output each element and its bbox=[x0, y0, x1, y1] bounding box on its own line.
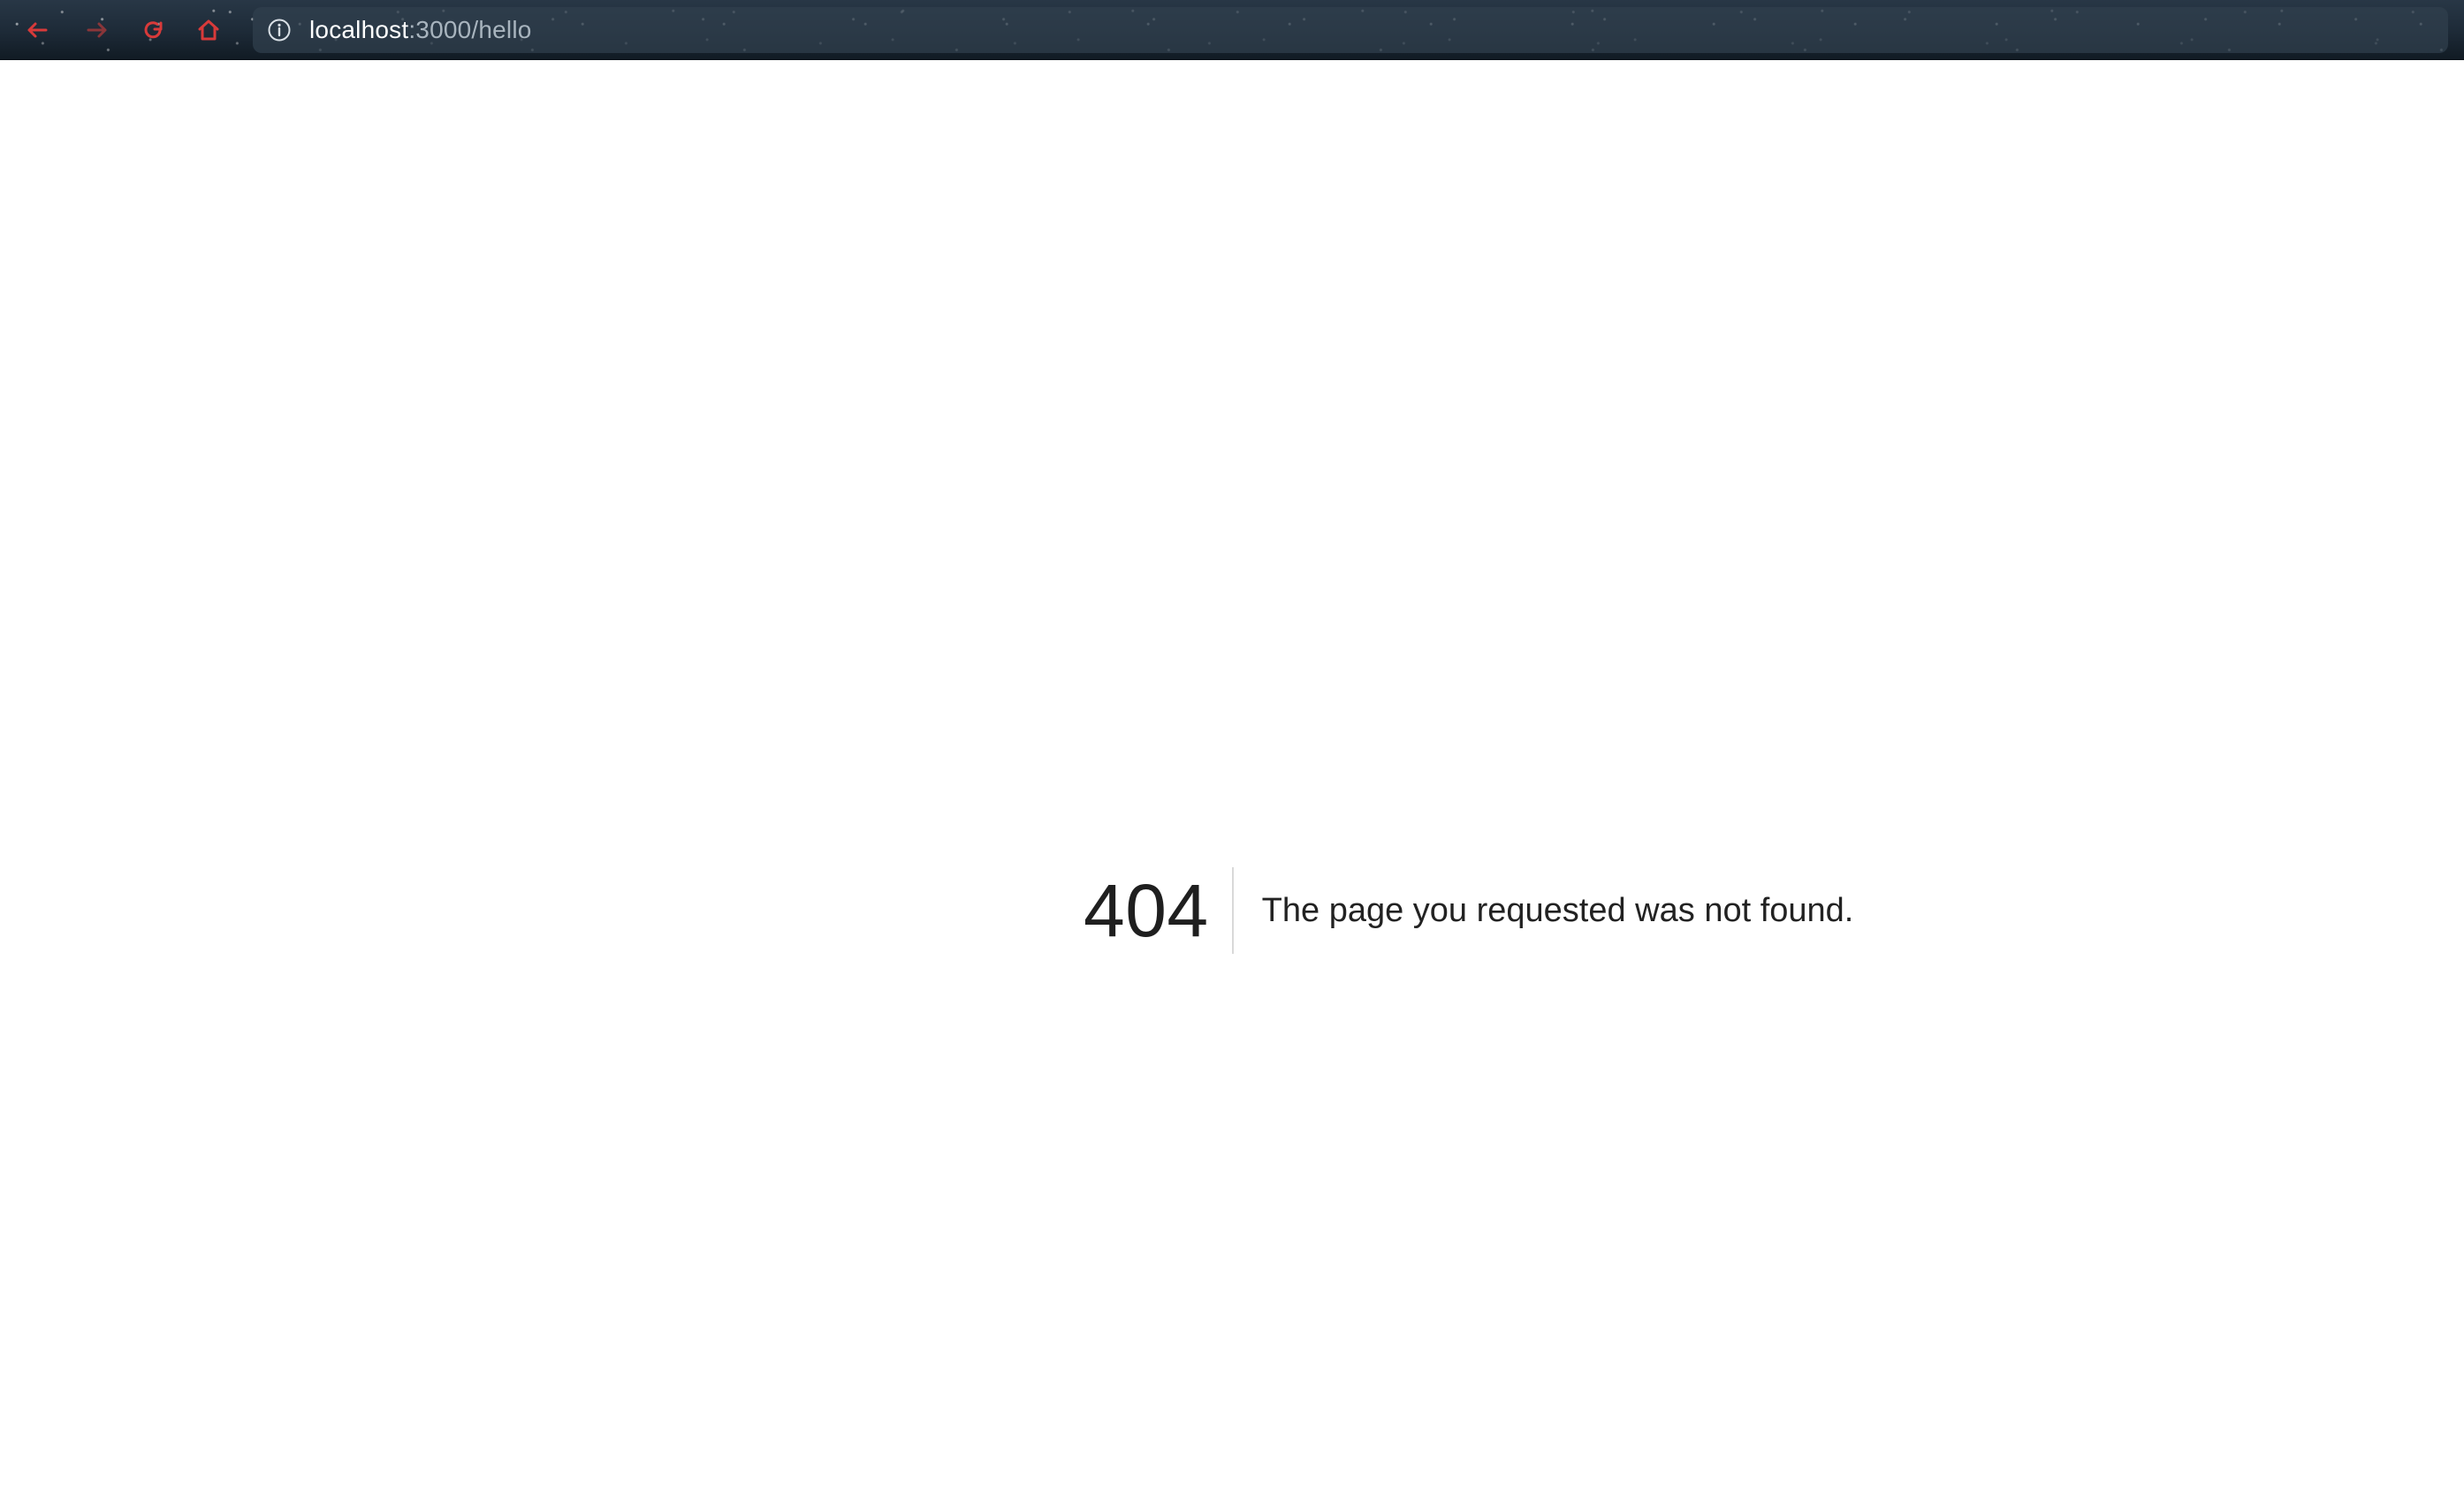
back-button[interactable] bbox=[16, 9, 58, 51]
url-host: localhost bbox=[309, 16, 409, 43]
address-bar[interactable]: localhost:3000/hello bbox=[253, 7, 2448, 53]
browser-navigation bbox=[0, 0, 246, 60]
reload-button[interactable] bbox=[133, 9, 175, 51]
browser-toolbar: localhost:3000/hello bbox=[0, 0, 2464, 60]
back-arrow-icon bbox=[22, 15, 52, 45]
home-button[interactable] bbox=[187, 9, 230, 51]
forward-arrow-icon bbox=[82, 15, 112, 45]
info-circle-icon[interactable] bbox=[265, 16, 293, 44]
error-code: 404 bbox=[1084, 867, 1234, 954]
error-message: The page you requested was not found. bbox=[1261, 892, 1854, 929]
reload-icon bbox=[139, 15, 169, 45]
url-text[interactable]: localhost:3000/hello bbox=[309, 16, 532, 44]
not-found-message-group: 404 The page you requested was not found… bbox=[1084, 867, 1853, 954]
home-icon bbox=[194, 15, 224, 45]
url-path: :3000/hello bbox=[408, 16, 532, 43]
forward-button[interactable] bbox=[76, 9, 118, 51]
error-page: 404 The page you requested was not found… bbox=[0, 60, 2464, 1494]
